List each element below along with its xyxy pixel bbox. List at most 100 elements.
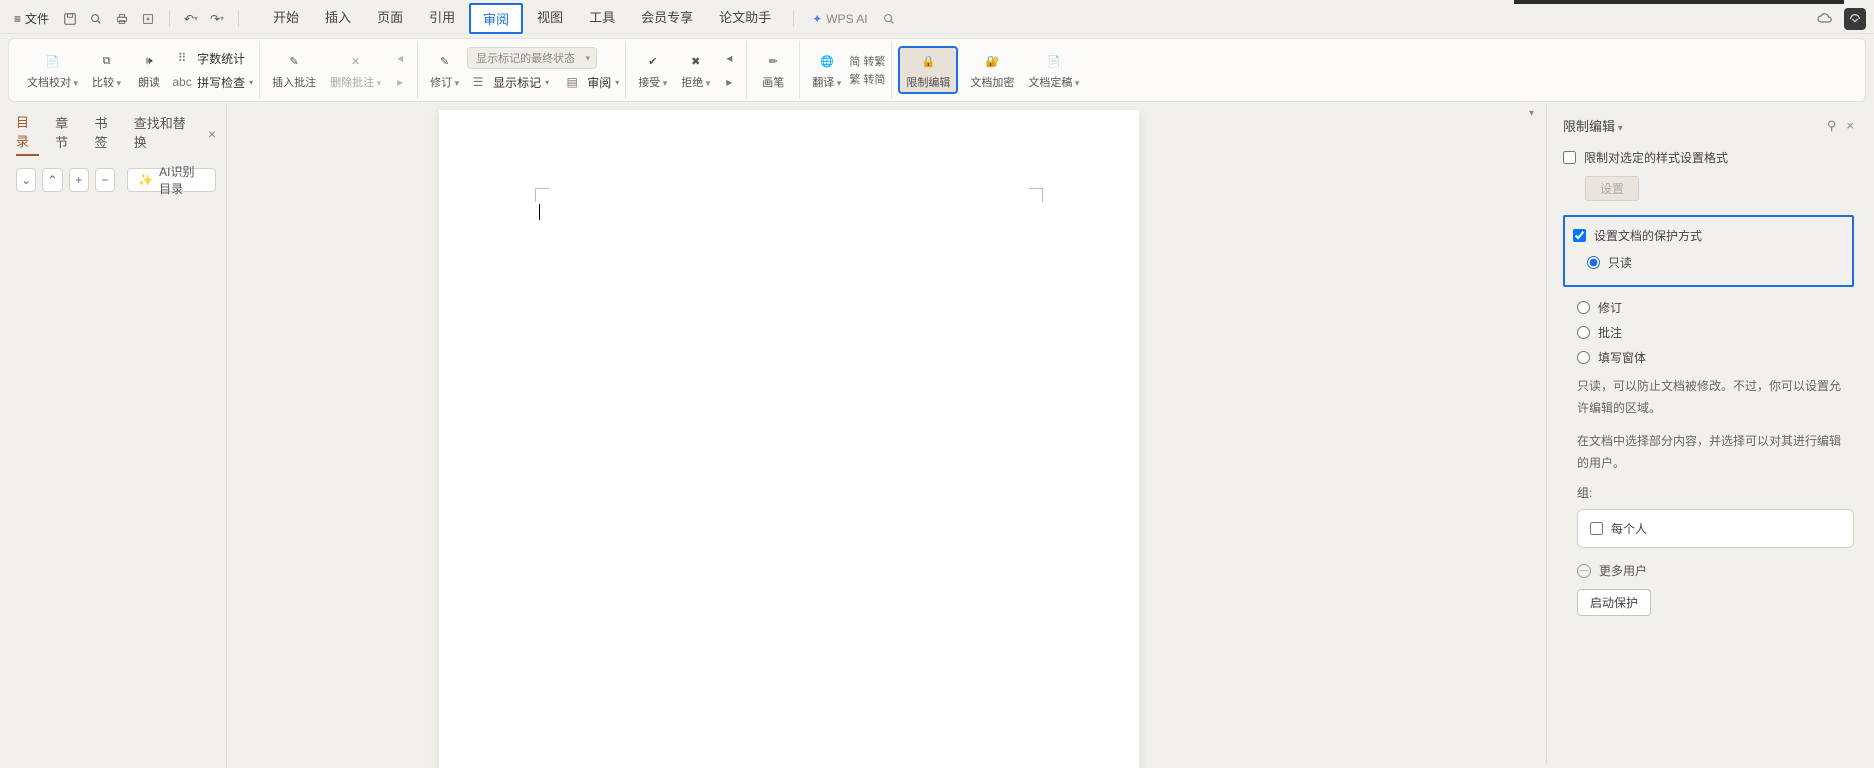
- group-list-box: 每个人: [1577, 509, 1854, 548]
- radio-tracked-label: 修订: [1598, 299, 1622, 316]
- tab-insert[interactable]: 插入: [313, 3, 363, 34]
- tab-home[interactable]: 开始: [261, 3, 311, 34]
- save-icon[interactable]: [59, 8, 81, 30]
- expand-down-icon[interactable]: ⌄: [16, 168, 36, 192]
- print-icon[interactable]: [111, 8, 133, 30]
- reject-button[interactable]: ✖拒绝: [675, 48, 716, 92]
- protect-method-label: 设置文档的保护方式: [1594, 227, 1702, 244]
- start-protection-button[interactable]: 启动保护: [1577, 589, 1651, 616]
- ai-icon: ✨: [138, 173, 153, 187]
- markup-icon: ☰: [467, 71, 489, 93]
- spell-check-button[interactable]: abc拼写检查▾: [171, 71, 253, 93]
- doc-compare-button[interactable]: 📄文档校对: [21, 48, 84, 92]
- readonly-description: 只读，可以防止文档被修改。不过，你可以设置允许编辑的区域。: [1563, 370, 1854, 425]
- word-count-button[interactable]: ⠿字数统计: [171, 47, 253, 69]
- restrict-editing-button[interactable]: 🔒限制编辑: [898, 46, 958, 94]
- spellcheck-icon: abc: [171, 71, 193, 93]
- ai-label: WPS AI: [826, 12, 867, 26]
- finalize-button[interactable]: 📄文档定稿: [1022, 48, 1085, 92]
- restrict-format-checkbox[interactable]: 限制对选定的样式设置格式: [1563, 149, 1854, 166]
- tab-tools[interactable]: 工具: [577, 3, 627, 34]
- everyone-label: 每个人: [1611, 520, 1647, 537]
- next-change-icon[interactable]: ▸: [718, 71, 740, 93]
- translate-button[interactable]: 🌐翻译: [806, 48, 847, 92]
- wordcount-icon: ⠿: [171, 47, 193, 69]
- tab-member[interactable]: 会员专享: [629, 3, 705, 34]
- nav-tab-chapter[interactable]: 章节: [55, 113, 78, 155]
- collapse-up-icon[interactable]: ⌃: [42, 168, 62, 192]
- select-users-description: 在文档中选择部分内容，并选择可以对其进行编辑的用户。: [1563, 425, 1854, 480]
- main-tabs: 开始 插入 页面 引用 审阅 视图 工具 会员专享 论文助手: [261, 3, 783, 34]
- radio-comments[interactable]: 批注: [1563, 320, 1854, 345]
- more-users-link[interactable]: ⋯ 更多用户: [1563, 558, 1854, 589]
- format-settings-button: 设置: [1585, 176, 1639, 201]
- protection-method-box: 设置文档的保护方式 只读: [1563, 215, 1854, 287]
- restrict-format-label: 限制对选定的样式设置格式: [1584, 149, 1728, 166]
- accept-button[interactable]: ✔接受: [632, 48, 673, 92]
- ai-toc-label: AI识别目录: [159, 163, 205, 197]
- search-icon[interactable]: [878, 8, 900, 30]
- print-preview-icon[interactable]: [85, 8, 107, 30]
- compare-button[interactable]: ⧉比较: [86, 48, 127, 92]
- hamburger-icon: ≡: [14, 12, 21, 26]
- group-label: 组:: [1563, 480, 1854, 505]
- ribbon: 📄文档校对 ⧉比较 🕪朗读 ⠿字数统计 abc拼写检查▾ ✎插入批注 ✕删除批注…: [8, 38, 1866, 102]
- nav-tab-toc[interactable]: 目录: [16, 112, 39, 156]
- close-icon[interactable]: ×: [1846, 118, 1854, 134]
- radio-readonly[interactable]: 只读: [1573, 250, 1844, 275]
- panel-title[interactable]: 限制编辑: [1563, 116, 1623, 135]
- trad-to-simp-button[interactable]: 繁 转简: [849, 71, 885, 87]
- prev-comment-icon[interactable]: ◂: [389, 47, 411, 69]
- radio-comments-label: 批注: [1598, 324, 1622, 341]
- document-page[interactable]: [439, 110, 1139, 768]
- pin-icon[interactable]: ⚲: [1827, 118, 1837, 134]
- undo-icon[interactable]: ↶ ▾: [180, 8, 202, 30]
- tab-review[interactable]: 审阅: [469, 3, 523, 34]
- pane-icon: ▤: [561, 71, 583, 93]
- track-changes-button[interactable]: ✎修订: [424, 48, 465, 92]
- ink-button[interactable]: ✏画笔: [753, 48, 793, 92]
- wps-ai-button[interactable]: ✦ WPS AI: [812, 12, 867, 26]
- ai-toc-button[interactable]: ✨ AI识别目录: [127, 168, 216, 192]
- insert-comment-button[interactable]: ✎插入批注: [266, 48, 322, 92]
- expand-icon[interactable]: [1844, 8, 1866, 30]
- nav-tab-bookmark[interactable]: 书签: [95, 113, 118, 155]
- read-aloud-button[interactable]: 🕪朗读: [129, 48, 169, 92]
- remove-icon[interactable]: −: [95, 168, 115, 192]
- tab-page[interactable]: 页面: [365, 3, 415, 34]
- review-pane-button[interactable]: ▤审阅▾: [561, 71, 619, 93]
- delete-comment-button[interactable]: ✕删除批注: [324, 48, 387, 92]
- show-markup-button[interactable]: ☰显示标记▾: [467, 71, 549, 93]
- radio-readonly-label: 只读: [1608, 254, 1632, 271]
- text-cursor: [539, 204, 540, 220]
- protect-method-checkbox[interactable]: 设置文档的保护方式: [1573, 227, 1844, 244]
- menubar: ≡ 文件 ↶ ▾ ↷ ▾ 开始 插入 页面 引用 审阅 视图 工具 会员专享 论…: [0, 4, 1874, 34]
- prev-change-icon[interactable]: ◂: [718, 47, 740, 69]
- restrict-editing-panel: 限制编辑 ⚲ × 限制对选定的样式设置格式 设置 设置文档的保护方式 只读 修订…: [1546, 104, 1866, 764]
- file-menu[interactable]: ≡ 文件: [8, 8, 55, 29]
- redo-icon[interactable]: ↷ ▾: [206, 8, 228, 30]
- simp-to-trad-button[interactable]: 简 转繁: [849, 53, 885, 69]
- document-area: ▾: [226, 104, 1538, 768]
- margin-corner-tr: [1029, 188, 1043, 202]
- tab-thesis[interactable]: 论文助手: [707, 3, 783, 34]
- ruler-mark-icon: ▾: [1529, 108, 1534, 119]
- markup-state-combo[interactable]: 显示标记的最终状态: [467, 47, 597, 69]
- more-users-label: 更多用户: [1599, 562, 1647, 579]
- file-label: 文件: [25, 10, 49, 27]
- more-icon: ⋯: [1577, 564, 1591, 578]
- radio-forms[interactable]: 填写窗体: [1563, 345, 1854, 370]
- nav-tab-find-replace[interactable]: 查找和替换: [134, 113, 192, 155]
- encrypt-button[interactable]: 🔐文档加密: [964, 48, 1020, 92]
- tab-view[interactable]: 视图: [525, 3, 575, 34]
- next-comment-icon[interactable]: ▸: [389, 71, 411, 93]
- navigation-pane: 目录 章节 书签 查找和替换 × ⌄ ⌃ + − ✨ AI识别目录: [8, 104, 224, 754]
- export-icon[interactable]: [137, 8, 159, 30]
- radio-tracked[interactable]: 修订: [1563, 295, 1854, 320]
- tab-reference[interactable]: 引用: [417, 3, 467, 34]
- cloud-icon[interactable]: [1814, 8, 1836, 30]
- radio-forms-label: 填写窗体: [1598, 349, 1646, 366]
- everyone-checkbox[interactable]: 每个人: [1590, 520, 1841, 537]
- add-icon[interactable]: +: [69, 168, 89, 192]
- nav-close-icon[interactable]: ×: [208, 126, 216, 142]
